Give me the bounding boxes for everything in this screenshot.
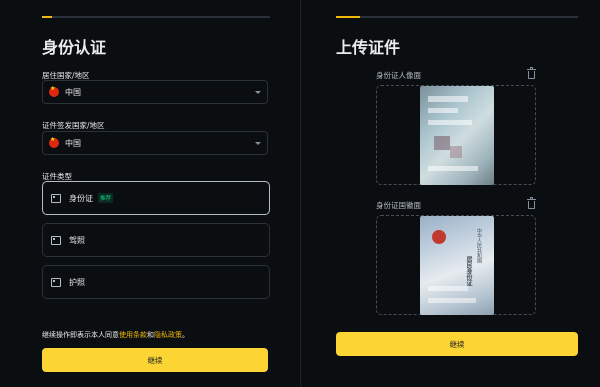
- doc-option-label: 护照: [69, 277, 85, 287]
- recommended-badge: 推荐: [98, 193, 114, 203]
- id-back-image: 中华人民共和国 居民身份证: [420, 216, 494, 315]
- passport-icon: [51, 277, 61, 287]
- terms-of-use-link[interactable]: 使用条款: [119, 331, 147, 339]
- china-flag-icon: [49, 85, 59, 97]
- progress-bar: [336, 16, 578, 18]
- progress-bar: [42, 16, 270, 18]
- issuing-country-select[interactable]: 中国: [42, 131, 268, 155]
- privacy-policy-link[interactable]: 隐私政策: [154, 331, 182, 339]
- license-icon: [51, 235, 61, 245]
- issuing-label: 证件签发国家/地区: [42, 121, 105, 130]
- upload-continue-button[interactable]: 继续: [336, 332, 578, 356]
- id-card-icon: [51, 193, 61, 203]
- residence-country-select[interactable]: 中国: [42, 80, 268, 104]
- doc-option-passport[interactable]: 护照: [42, 265, 270, 299]
- front-side-label: 身份证人像面: [376, 71, 421, 80]
- terms-suffix: 。: [182, 331, 189, 339]
- issuing-value: 中国: [65, 138, 81, 148]
- residence-value: 中国: [65, 87, 81, 97]
- card-type-text: 居民身份证: [465, 256, 472, 286]
- national-emblem: [432, 230, 446, 244]
- progress-fill: [336, 16, 360, 18]
- doc-option-id-card[interactable]: 身份证 推荐: [42, 181, 270, 215]
- terms-prefix: 继续操作即表示本人同意: [42, 331, 119, 339]
- doc-option-driver-license[interactable]: 驾照: [42, 223, 270, 257]
- chevron-down-icon: [255, 90, 261, 94]
- delete-back-icon[interactable]: [527, 197, 536, 209]
- continue-button[interactable]: 继续: [42, 348, 268, 372]
- doc-option-label: 驾照: [69, 235, 85, 245]
- china-flag-icon: [49, 136, 59, 148]
- page-title: 身份认证: [42, 38, 107, 57]
- doc-option-label: 身份证: [69, 193, 93, 203]
- upload-title: 上传证件: [336, 38, 401, 57]
- card-country-text: 中华人民共和国: [476, 228, 482, 263]
- upload-document-panel: [300, 0, 600, 387]
- terms-and: 和: [147, 331, 154, 339]
- back-side-label: 身份证国徽面: [376, 201, 421, 210]
- id-front-image: [420, 86, 494, 185]
- delete-front-icon[interactable]: [527, 67, 536, 79]
- chevron-down-icon: [255, 141, 261, 145]
- identity-verification-panel: 身份认证 居住国家/地区 中国 证件签发国家/地区 中国 证件类型 身份证 推荐…: [0, 0, 300, 387]
- terms-text: 继续操作即表示本人同意使用条款和隐私政策。: [42, 330, 189, 340]
- progress-fill: [42, 16, 52, 18]
